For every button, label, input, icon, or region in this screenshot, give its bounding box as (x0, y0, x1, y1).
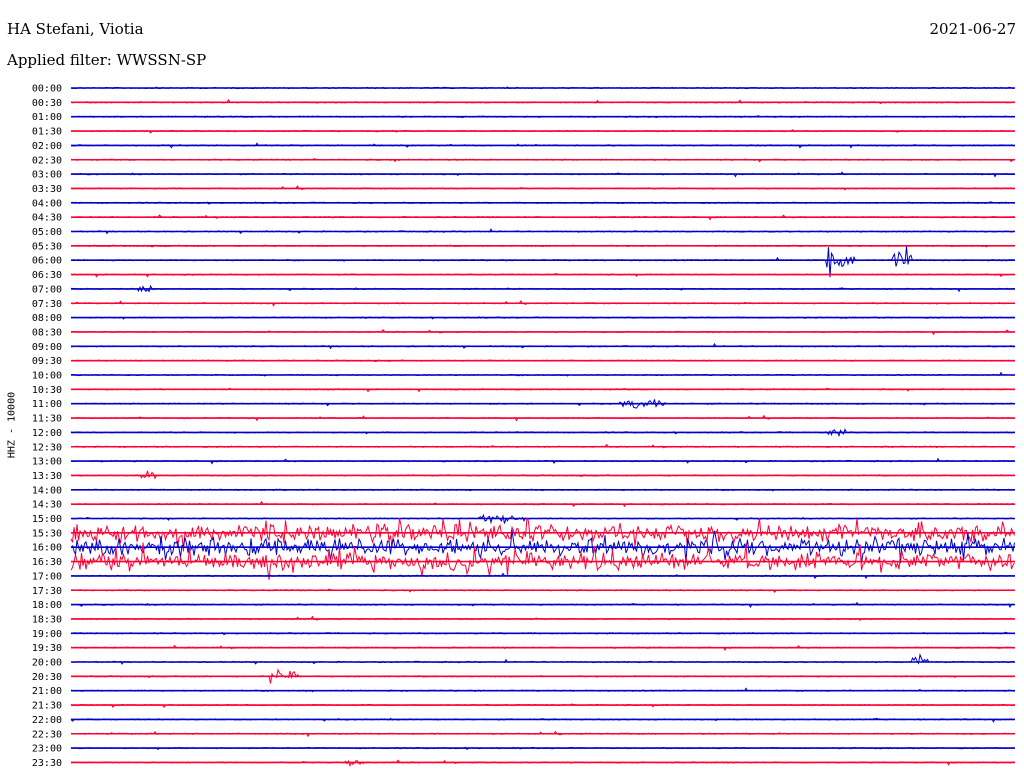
time-tick-label: 23:00 (32, 744, 62, 755)
time-tick-label: 10:00 (32, 371, 62, 382)
time-tick-label: 02:30 (32, 155, 62, 166)
time-tick-label: 23:30 (32, 758, 62, 769)
time-tick-label: 04:30 (32, 213, 62, 224)
time-tick-label: 13:30 (32, 471, 62, 482)
time-tick-label: 20:00 (32, 658, 62, 669)
time-tick-label: 14:00 (32, 485, 62, 496)
time-tick-label: 22:30 (32, 729, 62, 740)
time-tick-label: 01:30 (32, 127, 62, 138)
time-tick-label: 12:00 (32, 428, 62, 439)
time-tick-label: 15:30 (32, 528, 62, 539)
time-tick-label: 20:30 (32, 672, 62, 683)
time-tick-label: 05:00 (32, 227, 62, 238)
time-tick-label: 06:30 (32, 270, 62, 281)
time-tick-label: 00:00 (32, 84, 62, 95)
time-tick-label: 08:30 (32, 327, 62, 338)
time-tick-label: 03:00 (32, 170, 62, 181)
time-tick-label: 09:30 (32, 356, 62, 367)
time-tick-label: 10:30 (32, 385, 62, 396)
time-tick-label: 13:00 (32, 457, 62, 468)
time-tick-label: 00:30 (32, 98, 62, 109)
time-tick-label: 08:00 (32, 313, 62, 324)
time-tick-label: 03:30 (32, 184, 62, 195)
time-tick-label: 16:30 (32, 557, 62, 568)
time-tick-label: 11:00 (32, 399, 62, 410)
time-tick-label: 02:00 (32, 141, 62, 152)
time-tick-label: 12:30 (32, 442, 62, 453)
time-tick-label: 16:00 (32, 543, 62, 554)
time-tick-label: 05:30 (32, 241, 62, 252)
time-tick-label: 14:30 (32, 500, 62, 511)
time-tick-label: 17:30 (32, 586, 62, 597)
time-tick-label: 06:00 (32, 256, 62, 267)
time-tick-label: 18:30 (32, 614, 62, 625)
seismic-trace-0600 (70, 246, 1015, 278)
time-tick-label: 21:00 (32, 686, 62, 697)
time-tick-label: 22:00 (32, 715, 62, 726)
time-tick-label: 07:30 (32, 299, 62, 310)
helicorder-plot: 00:00 00:30 01:00 01:30 02:00 02:30 03:00 03:30… (32, 84, 1015, 769)
time-tick-label: 07:00 (32, 284, 62, 295)
time-tick-label: 01:00 (32, 112, 62, 123)
time-tick-label: 18:00 (32, 600, 62, 611)
time-tick-label: 11:30 (32, 414, 62, 425)
time-tick-label: 17:00 (32, 571, 62, 582)
time-tick-label: 15:00 (32, 514, 62, 525)
time-tick-label: 09:00 (32, 342, 62, 353)
time-tick-label: 19:30 (32, 643, 62, 654)
time-tick-label: 19:00 (32, 629, 62, 640)
time-tick-label: 04:00 (32, 198, 62, 209)
time-tick-label: 21:30 (32, 701, 62, 712)
seismic-trace-1330 (70, 470, 1015, 480)
